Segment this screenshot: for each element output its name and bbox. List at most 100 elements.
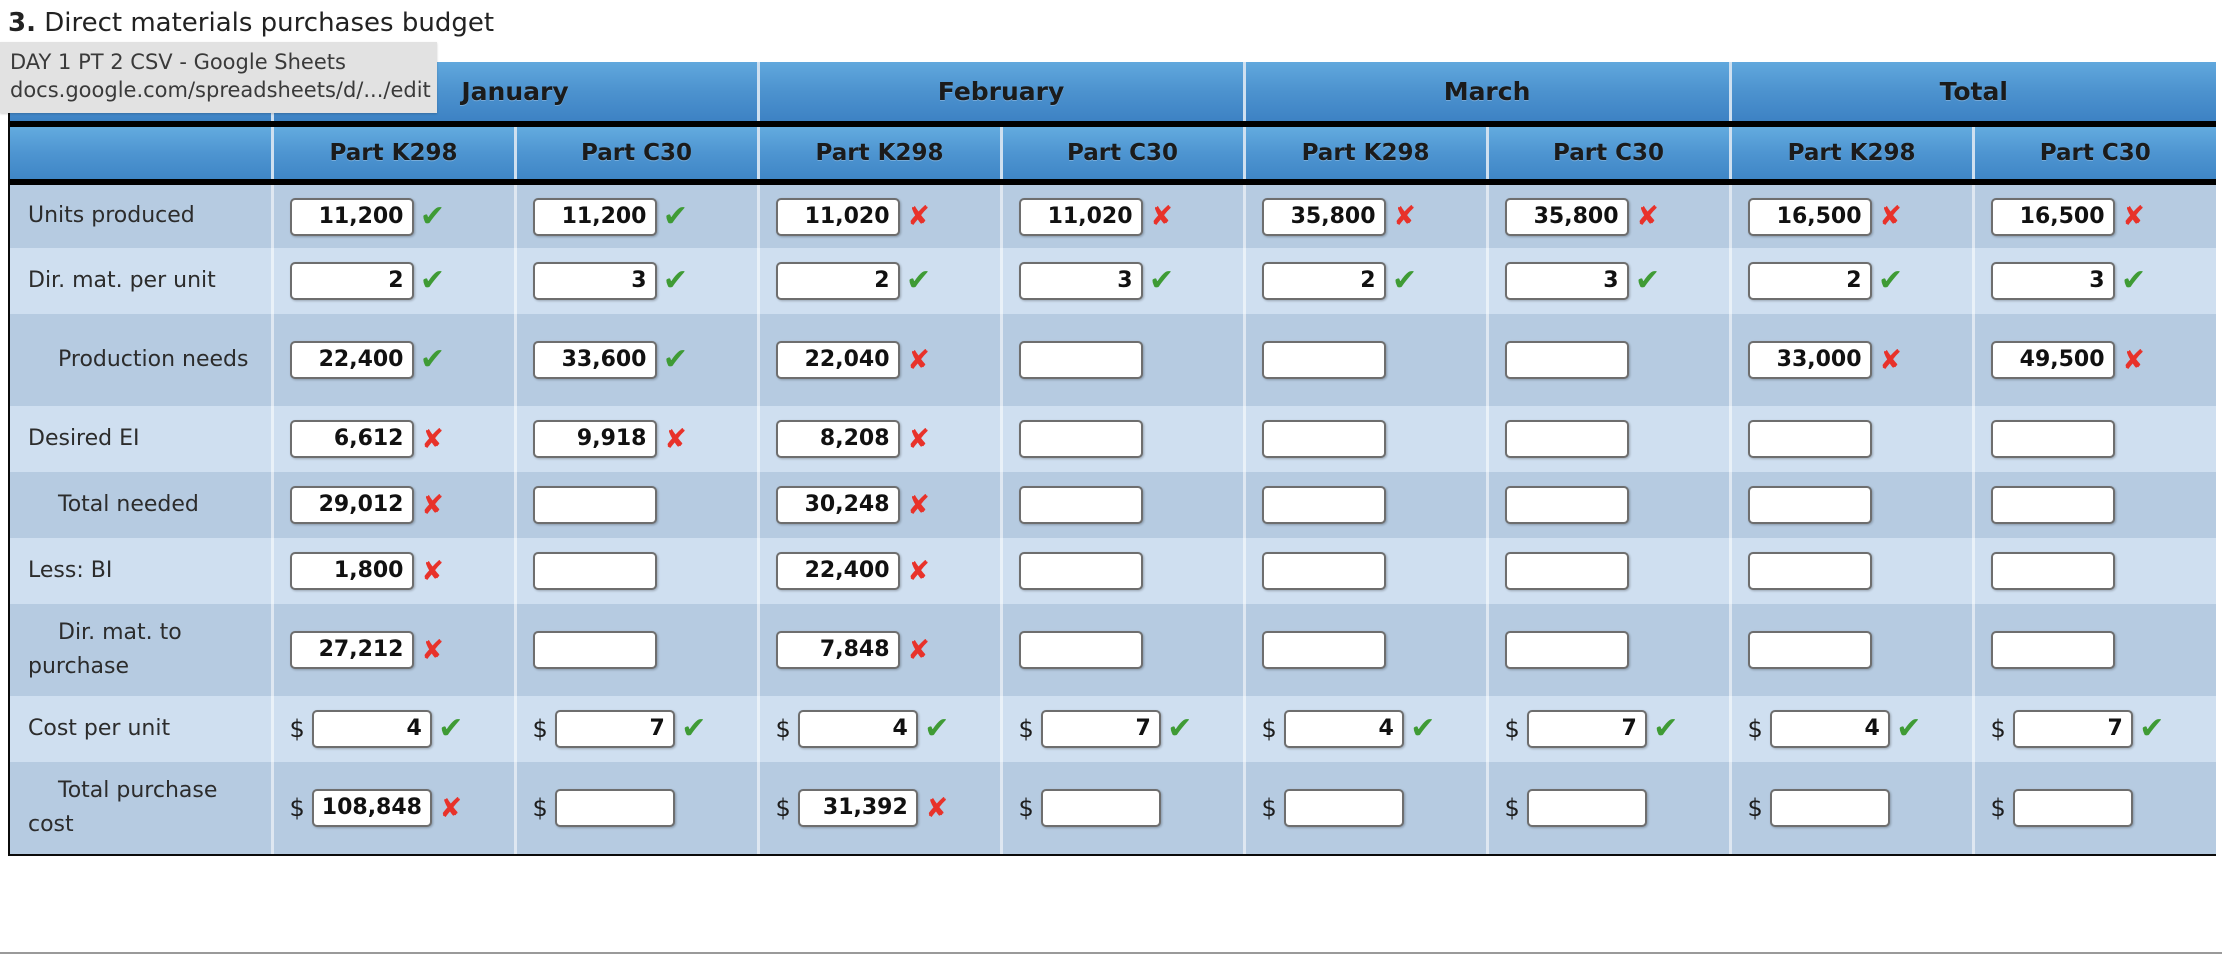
answer-input-r8-c7[interactable] [2012,789,2133,827]
answer-input-r8-c6[interactable] [1769,789,1890,827]
answer-input-r8-c1[interactable] [554,789,675,827]
table-cell: 22,400 ✘ [756,538,1002,604]
answer-input-r5-c7[interactable] [1990,552,2115,590]
answer-input-r5-c2[interactable]: 22,400 [775,552,900,590]
answer-input-r4-c3[interactable] [1018,486,1143,524]
answer-input-r8-c5[interactable] [1526,789,1647,827]
answer-input-r5-c6[interactable] [1747,552,1872,590]
answer-input-r4-c2[interactable]: 30,248 [775,486,900,524]
answer-input-r1-c2[interactable]: 2 [775,262,900,300]
answer-input-r3-c3[interactable] [1018,420,1143,458]
correct-check-icon: ✔ [419,263,446,298]
correct-check-icon: ✔ [2120,263,2147,298]
answer-input-r8-c4[interactable] [1283,789,1404,827]
answer-input-r1-c1[interactable]: 3 [532,262,657,300]
answer-input-r0-c2[interactable]: 11,020 [775,197,900,236]
answer-input-r1-c4[interactable]: 2 [1261,262,1386,300]
answer-input-r5-c3[interactable] [1018,552,1143,590]
answer-input-r1-c6[interactable]: 2 [1747,262,1872,300]
answer-input-r3-c6[interactable] [1747,420,1872,458]
answer-input-r2-c7[interactable]: 49,500 [1990,341,2115,379]
answer-input-r6-c5[interactable] [1504,631,1629,669]
answer-input-r6-c7[interactable] [1990,631,2115,669]
answer-input-r4-c4[interactable] [1261,486,1386,524]
answer-input-r0-c0[interactable]: 11,200 [289,197,414,236]
answer-input-r8-c3[interactable] [1040,789,1161,827]
answer-input-r8-c0[interactable]: 108,848 [311,789,432,827]
answer-input-r5-c1[interactable] [532,552,657,590]
answer-input-r0-c1[interactable]: 11,200 [532,197,657,236]
table-cell: 22,400 ✔ [270,314,515,406]
part-header-0: Part K298 [270,124,515,185]
answer-input-r5-c0[interactable]: 1,800 [289,552,414,590]
answer-input-r3-c1[interactable]: 9,918 [532,420,657,458]
answer-input-r6-c0[interactable]: 27,212 [289,631,414,669]
answer-input-r2-c3[interactable] [1018,341,1143,379]
answer-input-r6-c2[interactable]: 7,848 [775,631,900,669]
table-cell: $7 ✔ [1971,696,2217,762]
table-cell: 35,800 ✘ [1485,182,1731,248]
incorrect-cross-icon: ✘ [907,201,930,232]
answer-input-r4-c6[interactable] [1747,486,1872,524]
answer-input-r3-c0[interactable]: 6,612 [289,420,414,458]
answer-input-r3-c4[interactable] [1261,420,1386,458]
answer-input-r7-c5[interactable]: 7 [1526,710,1647,748]
answer-input-r5-c5[interactable] [1504,552,1629,590]
row-label-text: Total purchase cost [28,777,218,837]
answer-input-r1-c0[interactable]: 2 [289,262,414,300]
answer-input-r0-c4[interactable]: 35,800 [1261,197,1386,236]
correct-check-icon: ✔ [662,198,689,234]
answer-input-r3-c5[interactable] [1504,420,1629,458]
incorrect-cross-icon: ✘ [439,792,463,824]
answer-input-r8-c2[interactable]: 31,392 [797,789,918,827]
answer-input-r7-c2[interactable]: 4 [797,710,918,748]
answer-input-r7-c0[interactable]: 4 [311,710,432,748]
table-cell: $ [1971,762,2217,854]
row-label-5: Less: BI [10,538,272,604]
answer-input-r7-c1[interactable]: 7 [554,710,675,748]
answer-input-r1-c5[interactable]: 3 [1504,262,1629,300]
answer-input-r6-c4[interactable] [1261,631,1386,669]
answer-input-r0-c7[interactable]: 16,500 [1990,197,2115,236]
incorrect-cross-icon: ✘ [2122,344,2145,376]
answer-input-r6-c3[interactable] [1018,631,1143,669]
incorrect-cross-icon: ✘ [421,489,444,521]
table-cell: 9,918 ✘ [513,406,759,472]
answer-input-r1-c3[interactable]: 3 [1018,262,1143,300]
answer-input-r1-c7[interactable]: 3 [1990,262,2115,300]
answer-input-r7-c7[interactable]: 7 [2012,710,2133,748]
answer-input-r2-c5[interactable] [1504,341,1629,379]
answer-input-r2-c6[interactable]: 33,000 [1747,341,1872,379]
answer-input-r2-c0[interactable]: 22,400 [289,341,414,379]
correct-check-icon: ✔ [905,263,932,298]
table-cell [1485,314,1731,406]
answer-input-r4-c7[interactable] [1990,486,2115,524]
answer-input-r4-c5[interactable] [1504,486,1629,524]
answer-input-r2-c4[interactable] [1261,341,1386,379]
answer-input-r3-c7[interactable] [1990,420,2115,458]
answer-input-r5-c4[interactable] [1261,552,1386,590]
table-cell [1242,406,1488,472]
answer-input-r7-c3[interactable]: 7 [1040,710,1161,748]
answer-input-r2-c2[interactable]: 22,040 [775,341,900,379]
answer-input-r2-c1[interactable]: 33,600 [532,341,657,379]
answer-input-r0-c6[interactable]: 16,500 [1747,197,1872,236]
table-cell: $ [1728,762,1974,854]
table-cell: 3 ✔ [1971,248,2217,314]
answer-input-r6-c1[interactable] [532,631,657,669]
answer-input-r3-c2[interactable]: 8,208 [775,420,900,458]
answer-input-r0-c5[interactable]: 35,800 [1504,197,1629,236]
currency-symbol: $ [775,794,791,822]
currency-symbol: $ [532,794,548,822]
correct-check-icon: ✔ [924,711,950,746]
answer-input-r6-c6[interactable] [1747,631,1872,669]
answer-input-r7-c4[interactable]: 4 [1283,710,1404,748]
answer-input-r4-c0[interactable]: 29,012 [289,486,414,524]
table-cell: 22,040 ✘ [756,314,1002,406]
answer-input-r4-c1[interactable] [532,486,657,524]
row-label-4: Total needed [10,472,272,538]
answer-input-r0-c3[interactable]: 11,020 [1018,197,1143,236]
incorrect-cross-icon: ✘ [925,792,949,824]
answer-input-r7-c6[interactable]: 4 [1769,710,1890,748]
table-cell: $4 ✔ [1242,696,1488,762]
